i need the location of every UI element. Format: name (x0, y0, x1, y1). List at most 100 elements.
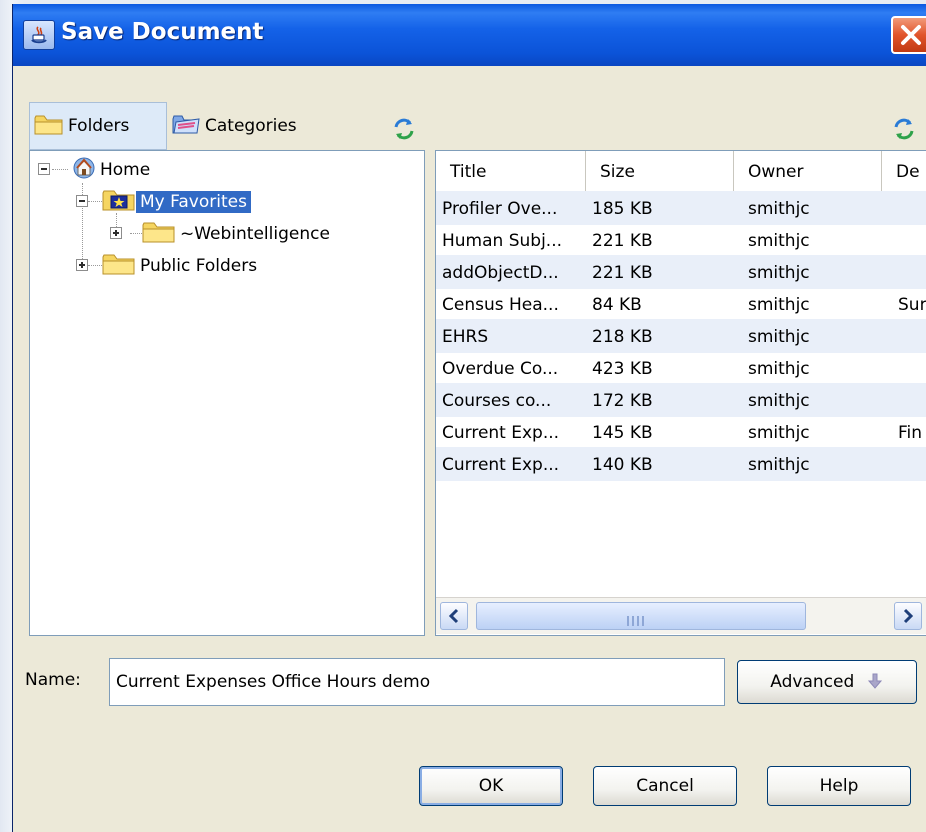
tab-folders[interactable]: Folders (29, 102, 167, 150)
cell-owner: smithjc (748, 199, 810, 219)
cell-title: addObjectD... (442, 263, 559, 283)
cell-size: 423 KB (592, 359, 653, 379)
table-row[interactable]: Current Exp... 145 KB smithjc Fin (436, 415, 926, 449)
cell-size: 172 KB (592, 391, 653, 411)
cell-owner: smithjc (748, 423, 810, 443)
arrow-down-icon (867, 673, 882, 689)
tree-node-my-favorites-label: My Favorites (136, 191, 251, 213)
ok-button[interactable]: OK (419, 766, 563, 806)
save-document-dialog: Save Document Folders Categories Home My… (12, 4, 926, 832)
cell-size: 140 KB (592, 455, 653, 475)
column-header-owner[interactable]: Owner (734, 151, 882, 191)
table-row[interactable]: addObjectD... 221 KB smithjc (436, 255, 926, 289)
scrollbar-grip (627, 611, 653, 626)
scroll-left-button[interactable] (440, 602, 468, 630)
help-button[interactable]: Help (767, 766, 911, 806)
categories-icon (171, 111, 201, 142)
refresh-folders-icon[interactable] (391, 116, 417, 142)
tree-node-webintelligence[interactable]: ~Webintelligence (142, 219, 334, 249)
cell-description (898, 351, 926, 385)
table-row[interactable]: Courses co... 172 KB smithjc (436, 383, 926, 417)
cell-size: 185 KB (592, 199, 653, 219)
cell-title: Current Exp... (442, 423, 560, 443)
cell-title: Human Subj... (442, 231, 563, 251)
cancel-button[interactable]: Cancel (593, 766, 737, 806)
tree-node-home[interactable]: Home (68, 155, 154, 185)
folder-icon (142, 220, 176, 249)
cell-owner: smithjc (748, 455, 810, 475)
cell-title: EHRS (442, 327, 489, 347)
java-app-icon (23, 20, 55, 50)
folder-icon (34, 112, 64, 141)
table-row[interactable]: Human Subj... 221 KB smithjc (436, 223, 926, 257)
cell-description: Sur (898, 295, 926, 315)
tree-node-public-folders[interactable]: Public Folders (102, 251, 261, 281)
horizontal-scrollbar[interactable] (436, 597, 926, 634)
tree-node-home-label: Home (100, 160, 151, 180)
table-row[interactable]: Overdue Co... 423 KB smithjc (436, 351, 926, 385)
tree-connector (52, 169, 68, 170)
tree-node-my-favorites[interactable]: My Favorites (102, 187, 251, 217)
cell-description (898, 255, 926, 289)
table-header: Title Size Owner De (436, 151, 926, 192)
scrollbar-thumb[interactable] (476, 602, 806, 630)
cell-title: Census Hea... (442, 295, 559, 315)
cell-owner: smithjc (748, 391, 810, 411)
cell-size: 84 KB (592, 295, 642, 315)
column-header-title[interactable]: Title (436, 151, 586, 191)
tab-categories-label: Categories (205, 116, 297, 136)
cell-owner: smithjc (748, 327, 810, 347)
cell-title: Profiler Ove... (442, 199, 558, 219)
arrow-right-icon (903, 608, 914, 624)
table-row[interactable]: EHRS 218 KB smithjc (436, 319, 926, 353)
my-favorites-collapse-toggle[interactable] (76, 195, 88, 207)
folder-icon (102, 252, 136, 281)
cell-owner: smithjc (748, 231, 810, 251)
tree-connector (130, 233, 142, 234)
advanced-button[interactable]: Advanced (737, 660, 917, 704)
tree-node-public-folders-label: Public Folders (140, 256, 258, 276)
table-row[interactable]: Current Exp... 140 KB smithjc (436, 447, 926, 481)
tree-connector (88, 201, 102, 202)
cell-size: 145 KB (592, 423, 653, 443)
cell-size: 218 KB (592, 327, 653, 347)
webintelligence-expand-toggle[interactable] (110, 227, 122, 239)
refresh-list-icon[interactable] (891, 116, 917, 142)
advanced-button-label: Advanced (770, 672, 855, 692)
tab-folders-label: Folders (68, 116, 130, 136)
tab-categories[interactable]: Categories (169, 102, 319, 150)
cell-title: Overdue Co... (442, 359, 559, 379)
favorites-folder-icon (102, 188, 136, 217)
tree-connector (88, 265, 102, 266)
home-icon (68, 155, 96, 186)
cell-title: Courses co... (442, 391, 552, 411)
cell-title: Current Exp... (442, 455, 560, 475)
cell-description (898, 223, 926, 257)
public-folders-expand-toggle[interactable] (76, 259, 88, 271)
document-list[interactable]: Title Size Owner De Profiler Ove... 185 K… (435, 150, 926, 636)
folder-tree[interactable]: Home My Favorites ~Webintelligence Publi… (29, 150, 425, 636)
cell-owner: smithjc (748, 295, 810, 315)
title-bar[interactable]: Save Document (13, 4, 926, 66)
cell-owner: smithjc (748, 263, 810, 283)
cell-description: Fin (898, 423, 923, 443)
name-label: Name: (25, 670, 81, 690)
tree-node-webintelligence-label: ~Webintelligence (180, 224, 330, 244)
close-icon (901, 25, 921, 45)
table-row[interactable]: Profiler Ove... 185 KB smithjc (436, 191, 926, 225)
cell-owner: smithjc (748, 359, 810, 379)
table-row[interactable]: Census Hea... 84 KB smithjc Sur (436, 287, 926, 321)
scroll-right-button[interactable] (894, 602, 922, 630)
cell-description (898, 319, 926, 353)
cell-size: 221 KB (592, 231, 653, 251)
name-input[interactable] (109, 658, 725, 706)
close-button[interactable] (891, 16, 926, 54)
column-header-size[interactable]: Size (586, 151, 734, 191)
cell-description (898, 447, 926, 481)
column-header-description[interactable]: De (882, 151, 926, 191)
cell-description (898, 191, 926, 225)
home-collapse-toggle[interactable] (38, 163, 50, 175)
arrow-left-icon (448, 608, 459, 624)
cell-description (898, 383, 926, 417)
window-title: Save Document (61, 19, 264, 45)
